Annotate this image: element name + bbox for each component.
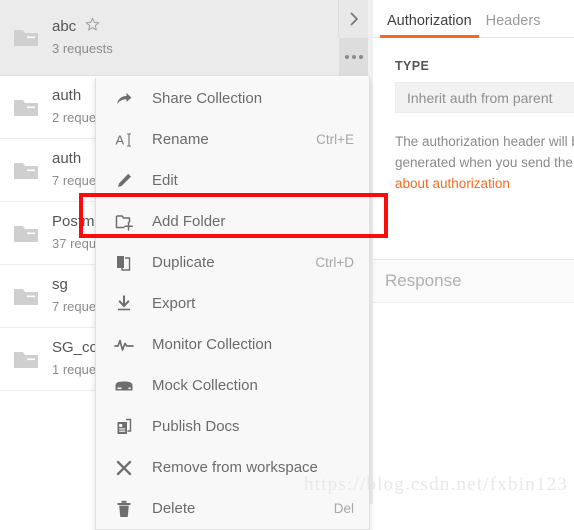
- rename-icon: A: [113, 129, 135, 151]
- menu-item-label: Edit: [152, 172, 178, 189]
- pencil-icon: [113, 170, 135, 192]
- add-folder-icon: [113, 211, 135, 233]
- watermark: https://blog.csdn.net/fxbin123: [304, 474, 568, 495]
- collection-name-line: abc: [52, 17, 113, 37]
- publish-docs-icon: [113, 416, 135, 438]
- collection-request-count: 3 requests: [52, 40, 113, 56]
- menu-item-label: Delete: [152, 500, 196, 517]
- svg-text:A: A: [116, 132, 125, 147]
- auth-description: The authorization header will be automat…: [395, 131, 574, 194]
- menu-item-shortcut: Ctrl+E: [316, 132, 354, 147]
- response-label: Response: [385, 271, 462, 290]
- collection-name: abc: [52, 17, 77, 35]
- menu-item-label: Export: [152, 295, 196, 312]
- collection-name: auth: [52, 87, 82, 104]
- close-x-icon: [113, 457, 135, 479]
- collection-options-ellipsis-icon[interactable]: [339, 38, 369, 76]
- detail-tabs: Authorization Headers: [371, 0, 574, 38]
- tab-headers[interactable]: Headers: [479, 13, 548, 37]
- menu-item-monitor-collection[interactable]: Monitor Collection: [96, 324, 369, 365]
- tab-authorization[interactable]: Authorization: [380, 13, 479, 38]
- auth-description-line-1: The authorization header will be automat…: [395, 134, 574, 149]
- collection-row-abc[interactable]: abc 3 requests: [0, 0, 369, 76]
- export-icon: [113, 293, 135, 315]
- menu-item-label: Mock Collection: [152, 377, 258, 394]
- menu-item-add-folder[interactable]: Add Folder: [96, 201, 369, 242]
- menu-item-export[interactable]: Export: [96, 283, 369, 324]
- folder-icon: [14, 98, 38, 117]
- menu-item-edit[interactable]: Edit: [96, 160, 369, 201]
- auth-type-label: TYPE: [395, 59, 430, 73]
- share-icon: [113, 88, 135, 110]
- menu-item-label: Monitor Collection: [152, 336, 273, 353]
- ellipsis-dot: [352, 55, 356, 59]
- collection-name: sg: [52, 276, 68, 293]
- star-icon[interactable]: [85, 17, 100, 37]
- menu-item-duplicate[interactable]: Duplicate Ctrl+D: [96, 242, 369, 283]
- menu-item-rename[interactable]: A Rename Ctrl+E: [96, 119, 369, 160]
- monitor-icon: [113, 334, 135, 356]
- menu-item-share-collection[interactable]: Share Collection: [96, 78, 369, 119]
- duplicate-icon: [113, 252, 135, 274]
- auth-description-line-2: generated when you send the request. Lea…: [395, 155, 574, 170]
- folder-icon: [14, 224, 38, 243]
- menu-item-label: Share Collection: [152, 90, 263, 107]
- menu-item-label: Rename: [152, 131, 209, 148]
- trash-icon: [113, 498, 135, 520]
- response-section-header: Response: [371, 259, 574, 303]
- menu-item-shortcut: Del: [333, 501, 354, 516]
- auth-learn-more-link[interactable]: about authorization: [395, 173, 574, 194]
- menu-item-label: Duplicate: [152, 254, 215, 271]
- collection-name: auth: [52, 150, 82, 167]
- ellipsis-dot: [359, 55, 363, 59]
- menu-item-label: Publish Docs: [152, 418, 240, 435]
- folder-icon: [14, 350, 38, 369]
- menu-item-label: Add Folder: [152, 213, 226, 230]
- request-detail-panel: Authorization Headers TYPE Inherit auth …: [371, 0, 574, 504]
- collection-text: abc 3 requests: [52, 17, 113, 59]
- ellipsis-dot: [345, 55, 349, 59]
- auth-type-select[interactable]: Inherit auth from parent: [395, 82, 574, 113]
- folder-icon: [14, 287, 38, 306]
- folder-icon: [14, 28, 38, 47]
- expand-collection-chevron-icon[interactable]: [338, 0, 369, 38]
- menu-item-label: Remove from workspace: [152, 459, 318, 476]
- menu-item-mock-collection[interactable]: Mock Collection: [96, 365, 369, 406]
- collection-context-menu: Share Collection A Rename Ctrl+E Edit Ad…: [95, 78, 370, 530]
- mock-icon: [113, 375, 135, 397]
- menu-item-publish-docs[interactable]: Publish Docs: [96, 406, 369, 447]
- folder-icon: [14, 161, 38, 180]
- menu-item-shortcut: Ctrl+D: [315, 255, 354, 270]
